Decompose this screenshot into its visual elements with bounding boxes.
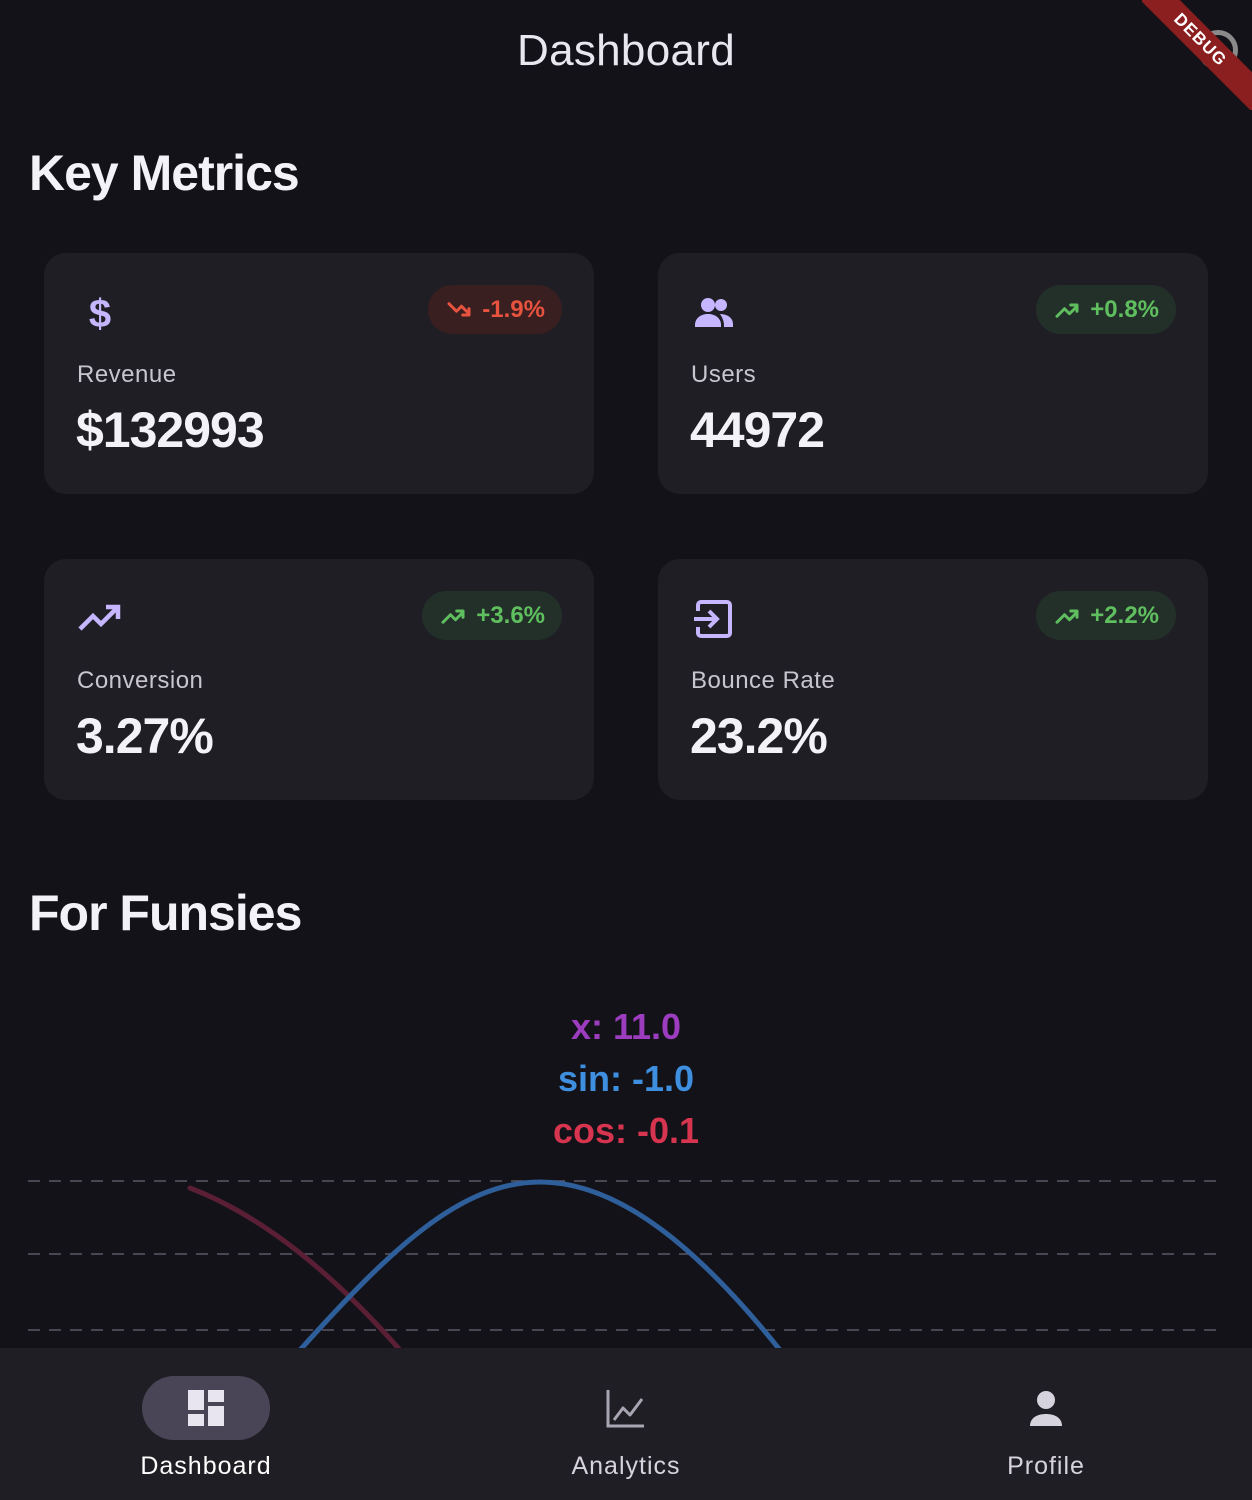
metric-card-users[interactable]: +0.8% Users 44972 [658, 253, 1208, 494]
trending-up-icon [1055, 609, 1079, 624]
chart-readout-sin: sin: -1.0 [557, 1058, 695, 1099]
nav-label: Dashboard [140, 1452, 272, 1480]
dashboard-icon [188, 1390, 224, 1426]
trend-badge-label: -1.9% [482, 295, 545, 323]
cos-series-line [187, 1185, 403, 1353]
nav-item-analytics[interactable]: Analytics [476, 1348, 776, 1500]
metric-label: Revenue [77, 361, 177, 388]
trending-down-icon [447, 301, 471, 316]
chart-readout-x: x: 11.0 [570, 1006, 682, 1047]
key-metrics-heading: Key Metrics [29, 145, 300, 201]
trend-badge-revenue: -1.9% [428, 285, 562, 334]
metric-card-bounce-rate[interactable]: +2.2% Bounce Rate 23.2% [658, 559, 1208, 800]
metric-value: $132993 [76, 402, 265, 458]
bottom-navigation: Dashboard Analytics Profile [0, 1348, 1252, 1500]
dollar-icon: $ [89, 292, 111, 336]
trend-badge-users: +0.8% [1036, 285, 1176, 334]
trending-up-icon [1055, 303, 1079, 318]
trend-badge-label: +2.2% [1090, 601, 1159, 629]
metric-value: 44972 [690, 402, 825, 458]
app-bar: Dashboard DEBUG [0, 0, 1252, 110]
trend-badge-conversion: +3.6% [422, 591, 562, 640]
for-funsies-heading: For Funsies [29, 885, 302, 941]
svg-text:$: $ [89, 292, 111, 336]
metric-label: Bounce Rate [691, 667, 836, 694]
trending-up-icon [78, 604, 121, 631]
metric-card-conversion[interactable]: +3.6% Conversion 3.27% [44, 559, 594, 800]
metric-value: 3.27% [76, 708, 214, 764]
chart-readout-cos: cos: -0.1 [552, 1110, 700, 1151]
analytics-icon [606, 1390, 644, 1428]
trend-badge-label: +3.6% [476, 601, 545, 629]
person-icon [1030, 1391, 1062, 1426]
login-icon [694, 600, 732, 638]
sin-cos-chart[interactable] [0, 1160, 1252, 1360]
people-icon [695, 298, 733, 327]
nav-label: Analytics [571, 1452, 681, 1480]
trend-badge-bounce-rate: +2.2% [1036, 591, 1176, 640]
trending-up-icon [441, 609, 465, 624]
metric-card-revenue[interactable]: $ -1.9% Revenue $132993 [44, 253, 594, 494]
trend-badge-label: +0.8% [1090, 295, 1159, 323]
debug-banner-label: DEBUG [1142, 0, 1252, 110]
debug-banner: DEBUG [1142, 0, 1252, 110]
nav-label: Profile [1007, 1452, 1085, 1480]
nav-item-profile[interactable]: Profile [896, 1348, 1196, 1500]
metric-label: Conversion [77, 667, 204, 694]
app-root: Dashboard DEBUG Key Metrics $ -1.9% Reve… [0, 0, 1252, 1500]
metric-value: 23.2% [690, 708, 828, 764]
page-title: Dashboard [517, 26, 735, 75]
nav-item-dashboard[interactable]: Dashboard [56, 1348, 356, 1500]
metric-label: Users [691, 361, 757, 388]
sin-series-line [297, 1179, 783, 1353]
